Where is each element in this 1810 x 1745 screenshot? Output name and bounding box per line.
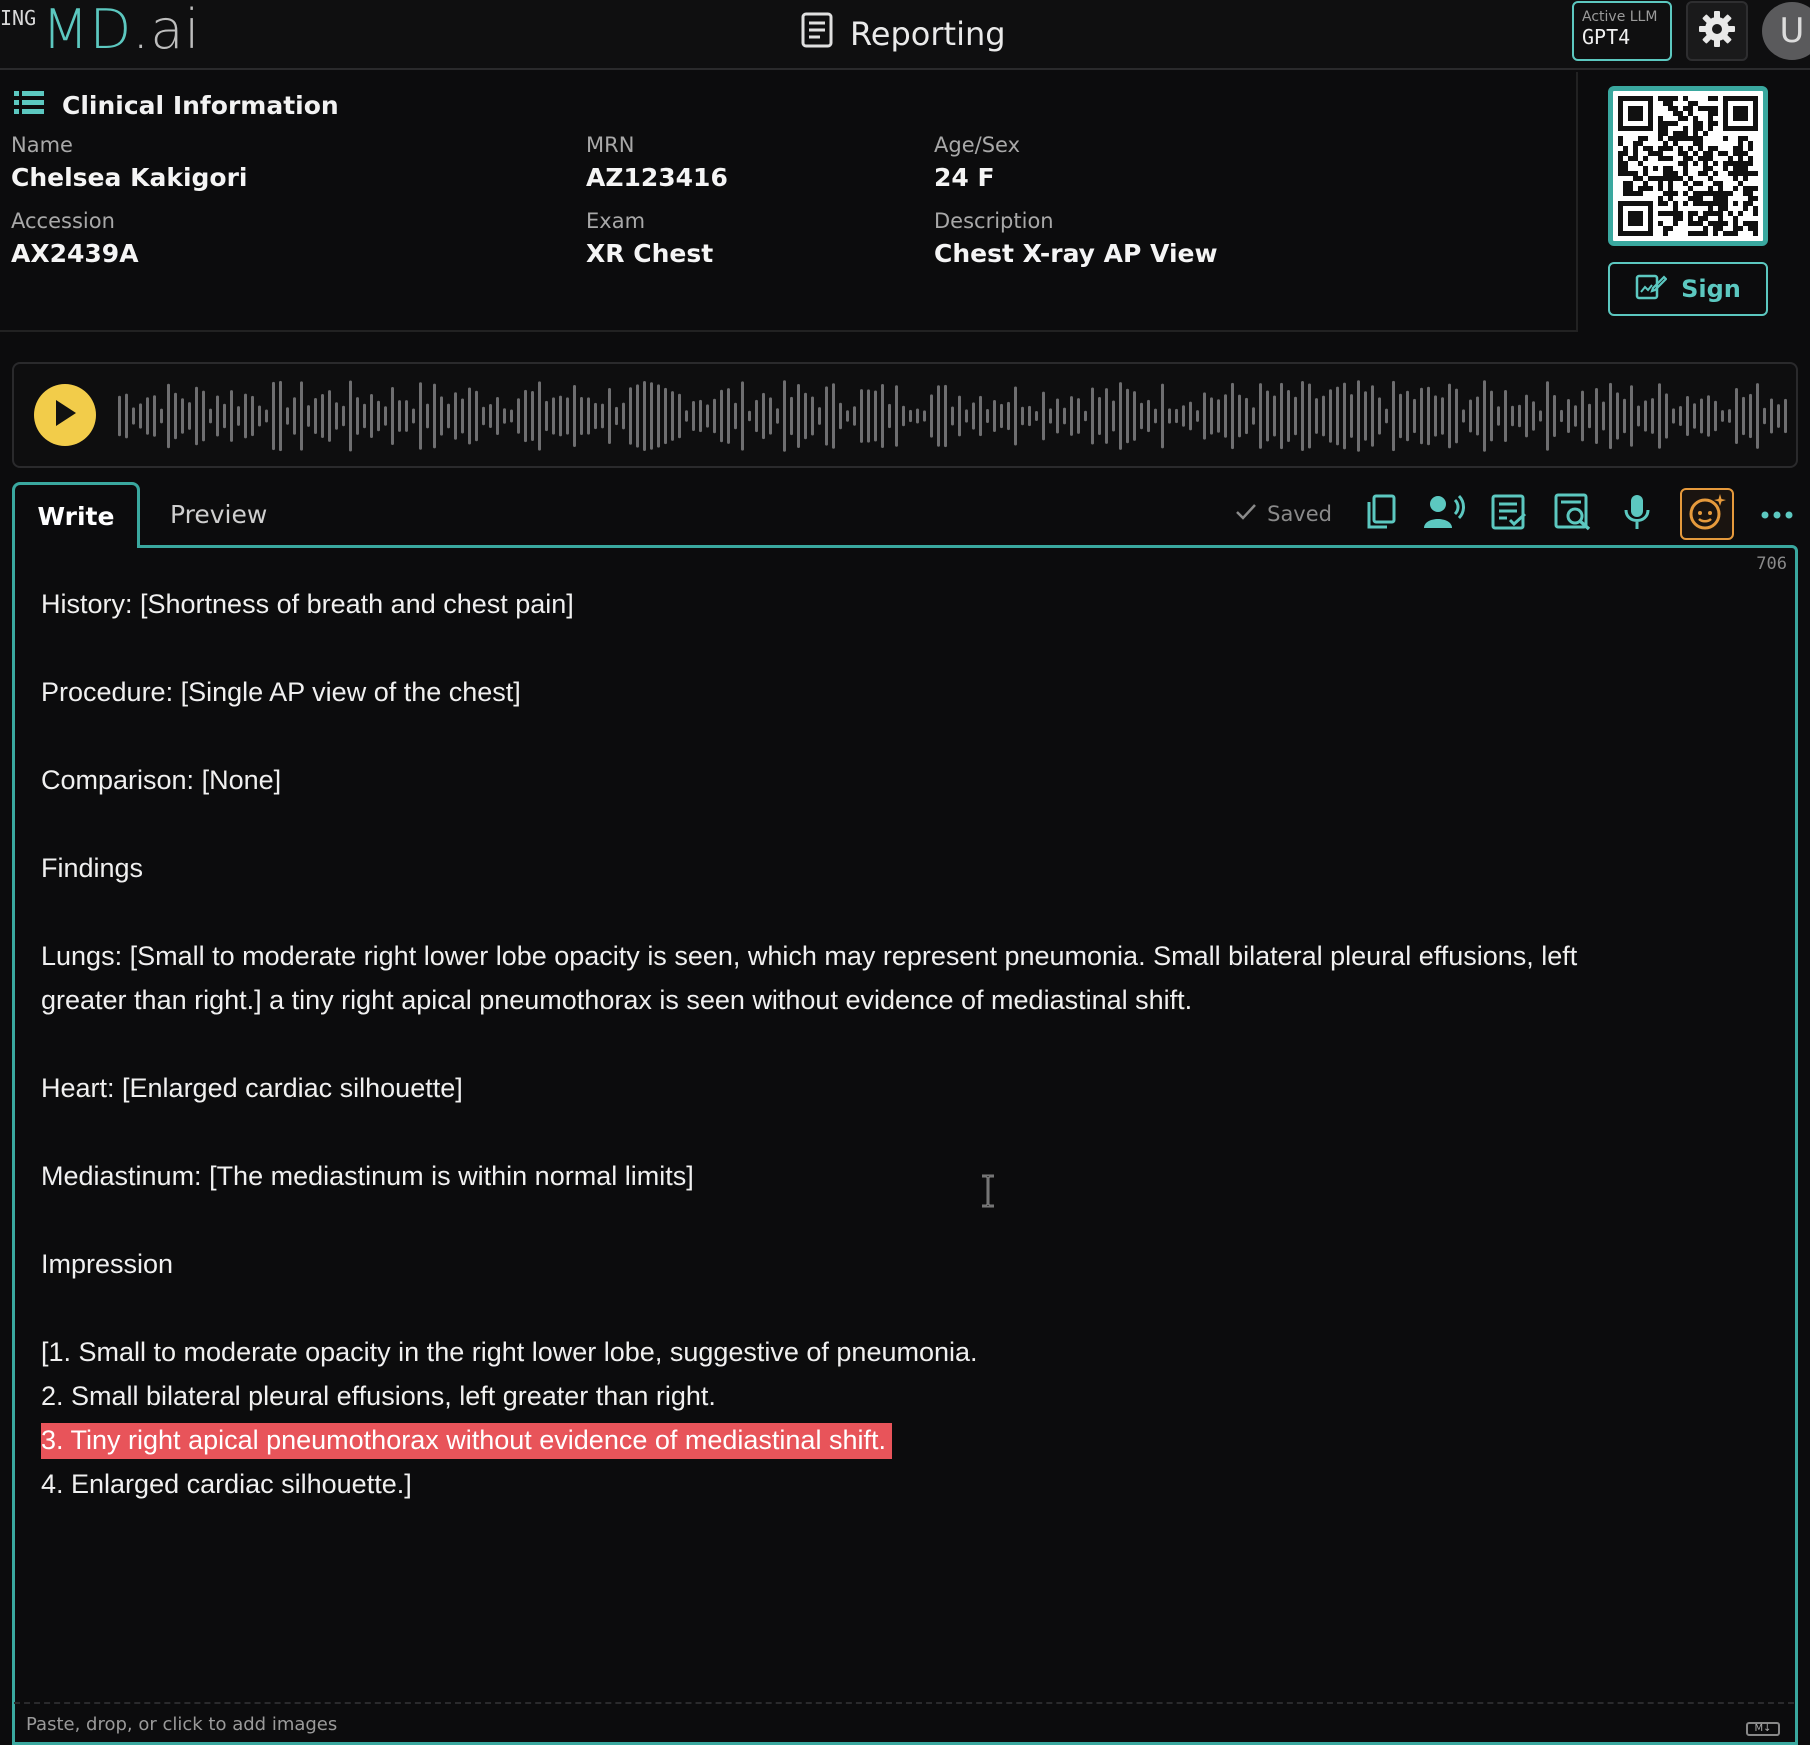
field-label: Name [11, 133, 73, 157]
gear-icon [1697, 9, 1737, 53]
check-icon [1235, 502, 1257, 526]
page-title: Reporting [800, 12, 1006, 56]
field-label: Accession [11, 209, 115, 233]
microphone-icon [1623, 493, 1651, 535]
copy-icon [1365, 494, 1397, 534]
field-label: Age/Sex [934, 133, 1020, 157]
list-icon [14, 90, 44, 120]
tab-preview[interactable]: Preview [170, 500, 267, 529]
field-exam: Exam XR Chest [586, 208, 713, 272]
field-value: Chelsea Kakigori [11, 163, 248, 192]
voice-user-button[interactable] [1424, 493, 1466, 535]
voice-user-icon [1424, 494, 1466, 534]
report-line-history: History: [Shortness of breath and chest … [41, 589, 574, 619]
document-icon [800, 12, 834, 56]
search-document-button[interactable] [1552, 493, 1594, 535]
audio-waveform[interactable] [118, 372, 1788, 460]
sign-icon [1635, 272, 1668, 306]
report-line-heart: Heart: [Enlarged cardiac silhouette] [41, 1073, 463, 1103]
field-description: Description Chest X-ray AP View [934, 208, 1218, 272]
panel-divider [1576, 72, 1578, 332]
active-llm-selector[interactable]: Active LLM GPT4 [1572, 1, 1672, 61]
clinical-information-title: Clinical Information [62, 90, 339, 120]
logo-prefix: ING [0, 6, 37, 30]
report-line-lungs: Lungs: [Small to moderate right lower lo… [41, 941, 1578, 971]
qr-code-icon [1608, 86, 1768, 246]
field-value: Chest X-ray AP View [934, 239, 1218, 268]
checklist-button[interactable] [1488, 493, 1530, 535]
highlighted-selection: 3. Tiny right apical pneumothorax withou… [41, 1423, 892, 1459]
report-line-comparison: Comparison: [None] [41, 765, 282, 795]
checklist-icon [1491, 494, 1527, 534]
play-icon [52, 398, 78, 432]
microphone-button[interactable] [1616, 493, 1658, 535]
report-line-procedure: Procedure: [Single AP view of the chest] [41, 677, 521, 707]
more-button[interactable] [1756, 493, 1798, 535]
report-line-mediastinum: Mediastinum: [The mediastinum is within … [41, 1161, 694, 1191]
field-value: AX2439A [11, 239, 139, 268]
ai-assistant-icon [1687, 492, 1727, 536]
play-button[interactable] [34, 384, 96, 446]
impression-item-3-highlighted: 3. Tiny right apical pneumothorax withou… [41, 1418, 1741, 1462]
clinical-information-panel: Clinical Information Name Chelsea Kakigo… [0, 72, 1576, 332]
report-line-impression: Impression [41, 1249, 174, 1279]
active-llm-value: GPT4 [1582, 25, 1631, 49]
field-label: MRN [586, 133, 635, 157]
field-label: Description [934, 209, 1054, 233]
logo-suffix: .ai [132, 0, 201, 61]
audio-player [12, 362, 1798, 468]
field-label: Exam [586, 209, 646, 233]
copy-button[interactable] [1360, 493, 1402, 535]
tab-write[interactable]: Write [12, 482, 140, 548]
sign-label: Sign [1681, 275, 1741, 303]
field-accession: Accession AX2439A [11, 208, 139, 272]
saved-label: Saved [1267, 502, 1332, 526]
logo-main: MD [42, 0, 133, 61]
report-editor[interactable]: 706 History: [Shortness of breath and ch… [12, 545, 1798, 1745]
saved-status: Saved [1235, 502, 1332, 526]
field-mrn: MRN AZ123416 [586, 132, 728, 196]
character-count: 706 [1756, 554, 1787, 574]
settings-button[interactable] [1686, 1, 1748, 61]
text-cursor-icon [979, 1174, 997, 1208]
report-text[interactable]: History: [Shortness of breath and chest … [41, 582, 1741, 1506]
impression-item-4: 4. Enlarged cardiac silhouette.] [41, 1469, 412, 1499]
report-line-findings: Findings [41, 853, 144, 883]
field-value: XR Chest [586, 239, 714, 268]
more-icon [1760, 505, 1794, 524]
editor-tabs: Write Preview Saved [12, 482, 1798, 548]
impression-item-1: [1. Small to moderate opacity in the rig… [41, 1337, 978, 1367]
clinical-information-heading: Clinical Information [14, 90, 339, 120]
impression-item-2: 2. Small bilateral pleural effusions, le… [41, 1381, 716, 1411]
image-dropzone[interactable]: Paste, drop, or click to add images [14, 1702, 1794, 1735]
sign-button[interactable]: Sign [1608, 262, 1768, 316]
app-logo: MD.ai [42, 0, 200, 61]
active-llm-label: Active LLM [1582, 9, 1658, 25]
top-bar: ING MD.ai Reporting Active LLM GPT4 U [0, 0, 1810, 70]
editor-toolbar: Saved [1235, 488, 1798, 540]
field-value: 24 F [934, 163, 995, 192]
ai-assistant-button[interactable] [1680, 488, 1734, 540]
field-value: AZ123416 [586, 163, 728, 192]
user-avatar[interactable]: U [1762, 2, 1810, 60]
page-title-text: Reporting [850, 15, 1006, 53]
search-document-icon [1554, 493, 1592, 535]
field-age-sex: Age/Sex 24 F [934, 132, 1020, 196]
field-name: Name Chelsea Kakigori [11, 132, 248, 196]
report-line-lungs-continued: greater than right.] a tiny right apical… [41, 985, 1193, 1015]
